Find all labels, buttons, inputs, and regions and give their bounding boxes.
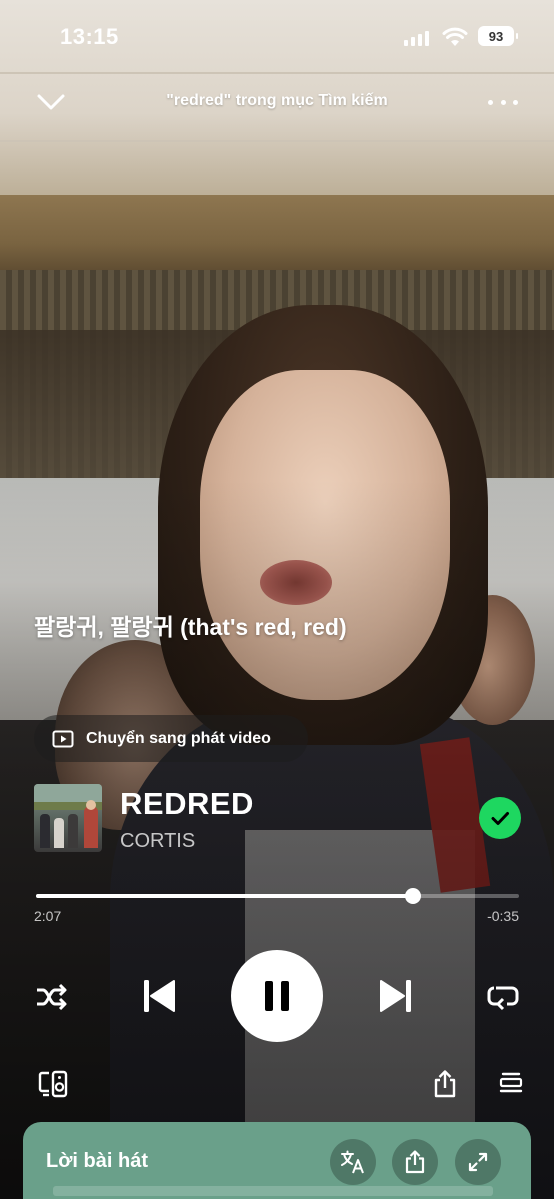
status-bar: 13:15 93 xyxy=(0,0,554,72)
wifi-icon xyxy=(442,27,468,46)
previous-button[interactable] xyxy=(140,976,178,1016)
connect-device-icon xyxy=(38,1070,68,1098)
status-time: 13:15 xyxy=(60,24,119,49)
translate-button[interactable] xyxy=(330,1139,376,1185)
queue-button[interactable] xyxy=(498,1068,524,1098)
checkmark-icon xyxy=(491,812,509,825)
cellular-signal-icon xyxy=(404,28,434,46)
pause-button[interactable] xyxy=(231,950,323,1042)
share-icon xyxy=(434,1070,456,1098)
progress-bar[interactable] xyxy=(36,888,519,904)
share-button[interactable] xyxy=(430,1067,460,1101)
share-icon xyxy=(405,1150,425,1174)
player-header: "redred" trong mục Tìm kiếm xyxy=(0,80,554,124)
album-art[interactable] xyxy=(34,784,102,852)
skip-previous-icon xyxy=(144,980,175,1012)
added-to-library-button[interactable] xyxy=(479,797,521,839)
play-box-icon xyxy=(52,730,74,747)
repeat-button[interactable] xyxy=(485,980,521,1014)
queue-icon xyxy=(499,1072,523,1093)
current-lyric-line: 팔랑귀, 팔랑귀 (that's red, red) xyxy=(34,614,347,640)
shuffle-button[interactable] xyxy=(34,980,70,1014)
remaining-time: -0:35 xyxy=(487,908,519,924)
lyrics-expand-button[interactable] xyxy=(455,1139,501,1185)
shuffle-icon xyxy=(37,983,67,1011)
expand-icon xyxy=(468,1152,488,1172)
track-title[interactable]: REDRED xyxy=(120,786,254,822)
switch-to-video-button[interactable]: Chuyển sang phát video xyxy=(34,715,308,762)
more-dots-icon[interactable] xyxy=(488,92,518,112)
translate-icon xyxy=(341,1150,364,1174)
repeat-icon xyxy=(487,986,519,1011)
lyrics-card-title: Lời bài hát xyxy=(46,1150,149,1172)
progress-fill xyxy=(36,894,413,898)
battery-indicator: 93 xyxy=(478,26,518,46)
switch-to-video-label: Chuyển sang phát video xyxy=(86,729,271,747)
pause-icon xyxy=(265,981,289,1011)
elapsed-time: 2:07 xyxy=(34,908,62,924)
lyrics-preview-text xyxy=(53,1186,493,1196)
chevron-down-icon[interactable] xyxy=(36,90,66,114)
skip-next-icon xyxy=(380,980,411,1012)
next-button[interactable] xyxy=(377,976,415,1016)
track-artist[interactable]: CORTIS xyxy=(120,830,195,853)
playing-context: "redred" trong mục Tìm kiếm xyxy=(166,92,388,109)
progress-handle[interactable] xyxy=(404,888,421,904)
lyrics-share-button[interactable] xyxy=(392,1139,438,1185)
lyrics-card[interactable]: Lời bài hát xyxy=(23,1122,531,1199)
connect-device-button[interactable] xyxy=(36,1067,70,1101)
